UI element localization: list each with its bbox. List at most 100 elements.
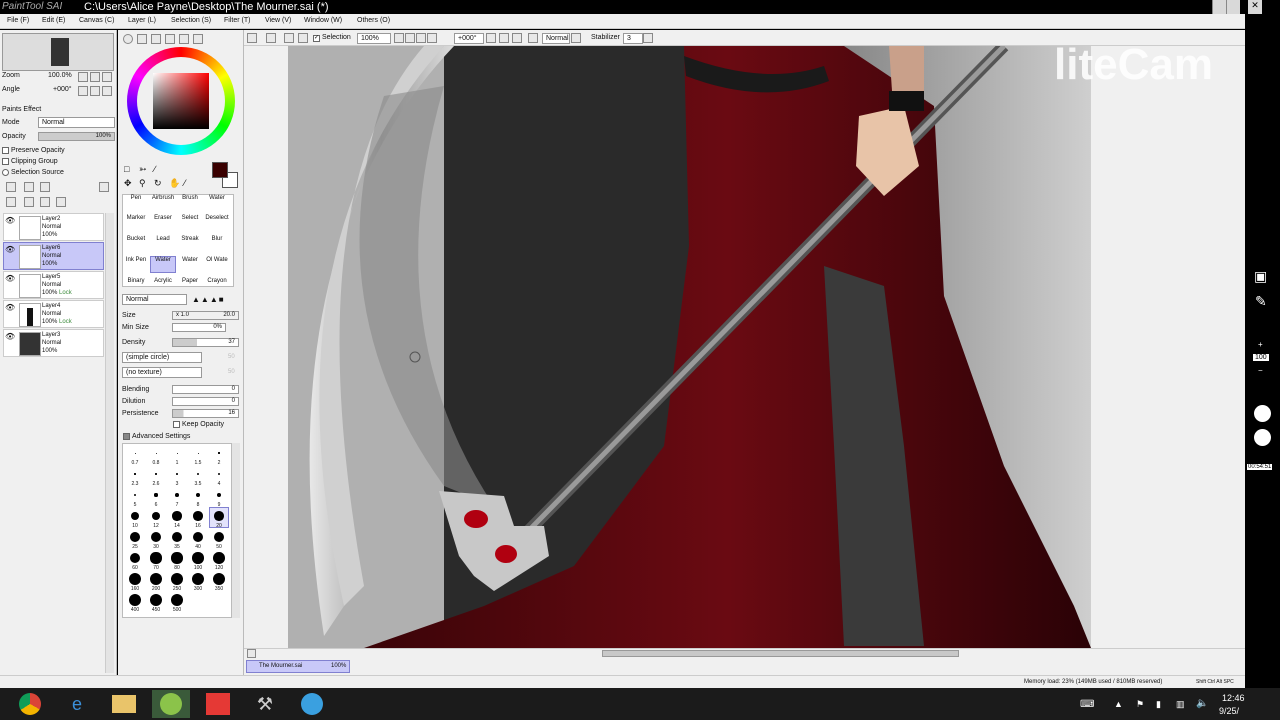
magic-wand-icon[interactable]: ∕ xyxy=(154,164,156,174)
layer-item[interactable]: 👁 Layer5 Normal 100% Lock xyxy=(3,271,104,299)
brush-size-dot[interactable] xyxy=(134,473,136,475)
zoom-out-icon[interactable] xyxy=(78,72,88,82)
mixer-tab-icon[interactable] xyxy=(179,34,189,44)
canvas-area[interactable]: liteCam xyxy=(244,46,1245,648)
pause-icon[interactable] xyxy=(1254,405,1271,422)
brush-size-dot[interactable] xyxy=(129,552,141,564)
brush-size-dot[interactable] xyxy=(130,511,140,521)
brush-size-dot[interactable] xyxy=(171,531,183,543)
stabilizer-select[interactable]: 3 xyxy=(623,33,643,44)
close-icon[interactable]: ✕ xyxy=(1248,0,1262,14)
rotate-reset-icon[interactable] xyxy=(102,86,112,96)
lasso-icon[interactable]: ➳ xyxy=(139,164,147,175)
flip-icon[interactable] xyxy=(528,33,538,43)
volume-icon[interactable]: 🔈 xyxy=(1196,698,1208,709)
zoom-plus-icon[interactable]: + xyxy=(1258,340,1263,349)
saturation-value-square[interactable] xyxy=(153,73,209,129)
battery-icon[interactable]: ▮ xyxy=(1156,699,1161,710)
zoom-fit-icon[interactable] xyxy=(416,33,426,43)
color-wheel[interactable] xyxy=(127,47,235,155)
eye-icon[interactable]: 👁 xyxy=(5,332,17,342)
brush-size-dot[interactable] xyxy=(213,573,225,585)
merge-down-icon[interactable] xyxy=(24,197,34,207)
deselect-icon[interactable] xyxy=(247,33,257,43)
gimp-icon[interactable]: ⚒ xyxy=(246,690,284,718)
move-icon[interactable]: ✥ xyxy=(124,178,132,189)
tool-lead[interactable]: Lead xyxy=(150,236,176,242)
brush-size-dot[interactable] xyxy=(192,573,204,585)
rotate-reset-icon[interactable] xyxy=(512,33,522,43)
zoom-reset-icon[interactable] xyxy=(102,72,112,82)
keep-opacity-checkbox[interactable] xyxy=(173,421,180,428)
crop-icon[interactable] xyxy=(298,33,308,43)
select-rect-icon[interactable]: □ xyxy=(124,164,129,174)
tool-acrylic[interactable]: Acrylic xyxy=(150,278,176,284)
size-slider[interactable]: 20.0 xyxy=(172,311,239,320)
stabilizer-dropdown-icon[interactable] xyxy=(643,33,653,43)
brush-size-dot[interactable] xyxy=(150,531,162,543)
menu-others[interactable]: Others (O) xyxy=(357,17,390,24)
angle-value[interactable]: +000° xyxy=(53,86,72,93)
blend-dropdown-icon[interactable] xyxy=(571,33,581,43)
itunes-icon[interactable] xyxy=(293,690,331,718)
rotate-left-icon[interactable] xyxy=(486,33,496,43)
tool-water-2[interactable]: Water xyxy=(177,257,203,263)
tool-oil-water[interactable]: Ol Wate xyxy=(204,257,230,263)
delete-layer-icon[interactable] xyxy=(56,197,66,207)
zoom-in-icon[interactable] xyxy=(90,72,100,82)
tool-brush[interactable]: Brush xyxy=(177,195,203,201)
layer-item-selected[interactable]: 👁 Layer6 Normal 100% xyxy=(3,242,104,270)
hand-icon[interactable]: ✋ xyxy=(169,178,180,189)
tool-paper[interactable]: Paper xyxy=(177,278,203,284)
layer-scrollbar[interactable] xyxy=(105,213,114,673)
primary-color-swatch[interactable] xyxy=(212,162,228,178)
camera-icon[interactable]: ▣ xyxy=(1254,268,1267,285)
brush-size-dot[interactable] xyxy=(133,493,137,497)
brush-size-dot[interactable] xyxy=(129,573,141,585)
brush-size-dot[interactable] xyxy=(195,492,201,498)
min-size-slider[interactable]: 0% xyxy=(172,323,226,332)
tray-arrow-icon[interactable]: ▲ xyxy=(1114,699,1123,709)
hide-selection-icon[interactable] xyxy=(284,33,294,43)
blend-select[interactable]: Normal xyxy=(542,33,570,44)
tool-crayon[interactable]: Crayon xyxy=(204,278,230,284)
preserve-opacity-checkbox[interactable] xyxy=(2,147,9,154)
swatch-tab-icon[interactable] xyxy=(193,34,203,44)
brush-size-dot[interactable] xyxy=(193,511,203,521)
menu-selection[interactable]: Selection (S) xyxy=(171,17,211,24)
brush-size-dot[interactable] xyxy=(150,573,162,585)
canvas-hscrollbar[interactable] xyxy=(244,648,1245,658)
ie-icon[interactable]: e xyxy=(58,690,96,718)
menu-view[interactable]: View (V) xyxy=(265,17,291,24)
scroll-left-icon[interactable] xyxy=(247,649,256,658)
brush-size-dot[interactable] xyxy=(134,452,136,454)
clock-date[interactable]: 9/25/ xyxy=(1219,706,1239,716)
rotate-left-icon[interactable] xyxy=(78,86,88,96)
layer-item[interactable]: 👁 Layer3 Normal 100% xyxy=(3,329,104,357)
menu-filter[interactable]: Filter (T) xyxy=(224,17,250,24)
new-folder-icon[interactable] xyxy=(40,182,50,192)
clear-layer-icon[interactable] xyxy=(40,197,50,207)
brush-size-dot[interactable] xyxy=(130,532,140,542)
tool-marker[interactable]: Marker xyxy=(123,215,149,221)
brush-size-scrollbar[interactable] xyxy=(232,443,240,618)
minimize-button[interactable] xyxy=(1212,0,1226,14)
eyedropper-icon[interactable]: ⁄ xyxy=(184,178,186,188)
brush-size-dot[interactable] xyxy=(192,531,204,543)
brush-size-dot[interactable] xyxy=(151,511,161,521)
tool-bucket[interactable]: Bucket xyxy=(123,236,149,242)
artwork-canvas[interactable] xyxy=(244,46,1245,648)
invert-selection-icon[interactable] xyxy=(266,33,276,43)
brush-size-dot[interactable] xyxy=(216,492,222,498)
scroll-thumb[interactable] xyxy=(602,650,959,657)
color-wheel-tab-icon[interactable] xyxy=(123,34,133,44)
brush-size-dot[interactable] xyxy=(213,531,225,543)
advanced-settings-toggle[interactable] xyxy=(123,433,130,440)
zoom-minus-icon[interactable]: − xyxy=(1258,366,1263,375)
rotate-right-icon[interactable] xyxy=(90,86,100,96)
palette-tab-icon[interactable] xyxy=(165,34,175,44)
brush-size-dot[interactable] xyxy=(150,594,162,606)
zoom-select[interactable]: 100% xyxy=(357,33,391,44)
menu-canvas[interactable]: Canvas (C) xyxy=(79,17,114,24)
tool-water[interactable]: Water xyxy=(204,195,230,201)
